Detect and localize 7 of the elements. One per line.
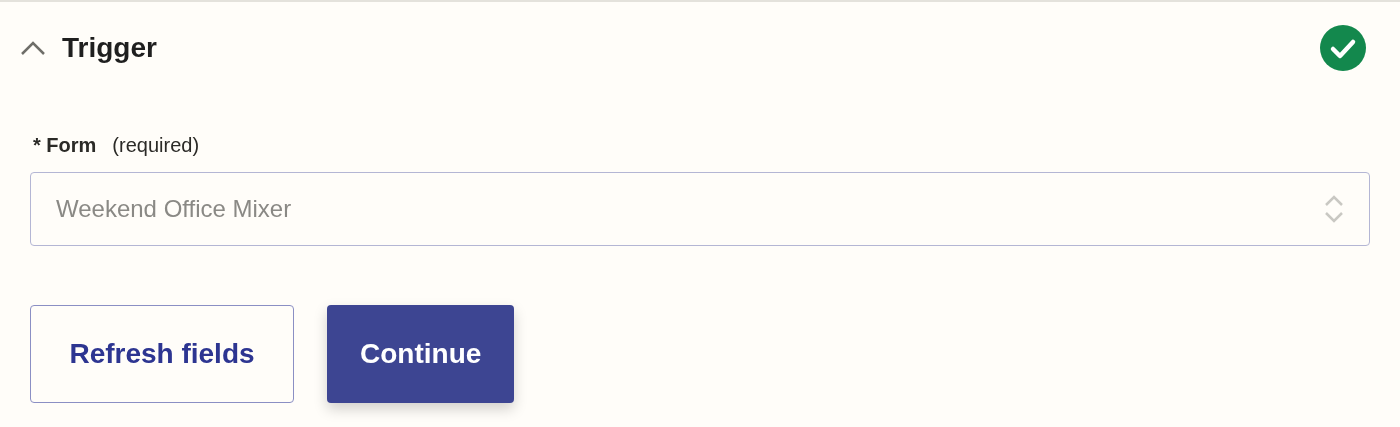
section-title: Trigger bbox=[62, 31, 157, 65]
chevron-up-icon[interactable] bbox=[20, 40, 46, 56]
continue-button[interactable]: Continue bbox=[327, 305, 515, 403]
field-note: (required) bbox=[112, 133, 200, 158]
up-down-chevron-icon bbox=[1324, 193, 1344, 225]
field-label: * Form bbox=[33, 133, 97, 158]
refresh-fields-button[interactable]: Refresh fields bbox=[30, 305, 294, 403]
